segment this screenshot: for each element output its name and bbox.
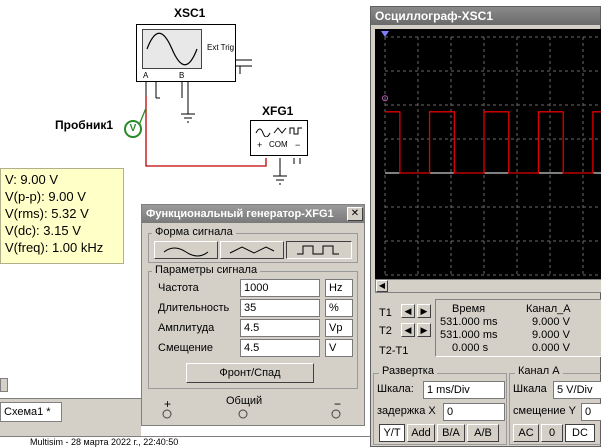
generator-com-label: COM [269,140,288,149]
delay-input[interactable]: 0 [443,403,505,421]
probe-reading: V(p-p): 9.00 V [5,189,86,204]
generator-minus-label: − [295,140,301,150]
add-button[interactable]: Add [407,424,435,442]
channel-header: Канал_A [526,303,571,315]
tab-label: Схема1 * [4,406,51,418]
trigger-marker-icon [381,31,389,37]
sweep-scale-label: Шкала: [377,383,414,395]
ab-button[interactable]: A/B [467,424,499,442]
status-text: Multisim - 28 марта 2022 г., 22:40:50 [30,437,179,447]
probe-label: Пробник1 [55,118,114,132]
fg-title-bar[interactable]: Функциональный генератор-XFG1 [142,205,364,223]
sine-icon [163,247,209,257]
zero-button[interactable]: 0 [541,424,563,442]
triangle-icon [229,246,275,254]
osc-title-bar[interactable]: Осциллограф-XSC1 [371,7,600,25]
tab-schema1[interactable]: Схема1 * [0,402,62,422]
offset-y-input[interactable]: 0 [581,403,601,421]
t2-left-arrow-icon[interactable]: ◀ [401,323,415,337]
osc-plot [381,31,601,276]
amplitude-label: Амплитуда [158,322,215,334]
fg-terminals-icon [162,409,341,419]
waveform-group-title: Форма сигнала [152,226,236,238]
ac-button[interactable]: AC [513,424,539,442]
t1-time: 531.000 ms [440,316,498,328]
channel-a-group-title: Канал A [515,365,563,377]
probe-readings-panel: V: 9.00 V V(p-p): 9.00 V V(rms): 5.32 V … [0,168,124,264]
t2t1-time: 0.000 s [452,342,489,354]
sine-wave-button[interactable] [154,241,218,259]
cursor-readout: Время Канал_A 531.000 ms 9.000 V 531.000… [435,299,601,357]
probe-reading: V(freq): 1.00 kHz [5,240,104,255]
triangle-wave-button[interactable] [220,241,284,259]
close-icon[interactable]: ✕ [347,207,363,221]
dc-button[interactable]: DC [565,424,595,442]
time-header: Время [452,303,486,315]
t1-right-arrow-icon[interactable]: ▶ [417,304,431,318]
t1-value: 9.000 V [532,316,570,328]
t1-left-arrow-icon[interactable]: ◀ [401,304,415,318]
status-bar: Multisim - 28 марта 2022 г., 22:40:50 [0,436,370,447]
probe-reading: V: 9.00 V [5,172,58,187]
offset-label: Смещение [158,342,214,354]
fg-common-terminal-label: Общий [226,395,263,407]
scroll-left-icon[interactable]: ◀ [376,280,388,292]
fg-title: Функциональный генератор-XFG1 [146,208,334,220]
t2-value: 9.000 V [532,329,570,341]
generator-symbol[interactable]: + COM − [250,120,308,156]
oscilloscope-window[interactable]: Осциллограф-XSC1 ◀ T1 ◀ ▶ T2 ◀ ▶ T2-T1 В… [370,6,601,447]
frequency-input[interactable]: 1000 [240,279,320,297]
ba-button[interactable]: B/A [437,424,465,442]
t2-right-arrow-icon[interactable]: ▶ [417,323,431,337]
generator-ref-label: XFG1 [262,104,294,118]
offset-y-label: смещение Y [513,405,576,417]
probe-reading: V(dc): 3.15 V [5,223,81,238]
generator-plus-label: + [257,140,263,150]
osc-scrollbar[interactable]: ◀ [375,279,601,293]
delay-label: задержка X [377,405,436,417]
duty-input[interactable]: 35 [240,299,320,317]
t2-label: T2 [379,325,392,337]
probe-icon[interactable]: V [124,120,142,138]
sweep-scale-input[interactable]: 1 ms/Div [423,381,505,399]
sweep-group-title: Развертка [379,365,437,377]
t1-label: T1 [379,307,392,319]
t2t1-label: T2-T1 [379,345,409,357]
t2-time: 531.000 ms [440,329,498,341]
amplitude-input[interactable]: 4.5 [240,319,320,337]
duty-unit[interactable]: % [325,299,353,317]
offset-unit[interactable]: V [325,339,353,357]
frequency-label: Частота [158,282,199,294]
function-generator-window[interactable]: Функциональный генератор-XFG1 ✕ Форма си… [141,204,365,426]
frequency-unit[interactable]: Hz [325,279,353,297]
channel-scale-input[interactable]: 5 V/Div [553,381,601,399]
channel-scale-label: Шкала [513,383,547,395]
probe-reading: V(rms): 5.32 V [5,206,89,221]
params-group-title: Параметры сигнала [152,264,261,276]
t2t1-value: 0.000 V [532,342,570,354]
channel-a-trace [385,111,601,174]
osc-screen[interactable] [375,29,601,279]
offset-input[interactable]: 4.5 [240,339,320,357]
square-icon [297,245,339,255]
amplitude-unit[interactable]: Vp [325,319,353,337]
duty-label: Длительность [158,302,230,314]
scrollbar-fragment[interactable] [0,378,8,392]
yt-button[interactable]: Y/T [379,424,405,442]
rise-fall-button[interactable]: Фронт/Спад [186,363,314,383]
generator-waveforms-icon [255,127,302,137]
square-wave-button[interactable] [286,241,352,259]
osc-title: Осциллограф-XSC1 [375,9,494,23]
